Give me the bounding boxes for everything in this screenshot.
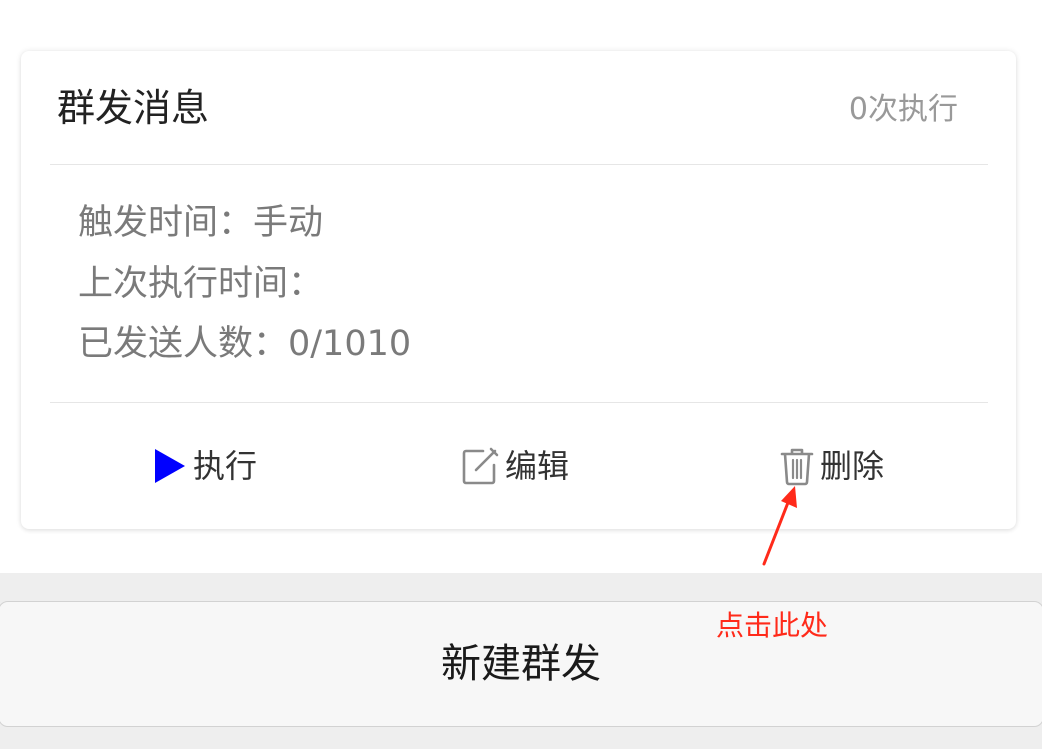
- delete-label: 删除: [820, 447, 885, 485]
- exec-count: 0次执行: [848, 92, 958, 127]
- play-icon: [153, 447, 187, 485]
- execute-button[interactable]: 执行: [153, 443, 257, 489]
- edit-label: 编辑: [505, 447, 570, 485]
- edit-icon: [461, 446, 499, 486]
- card-title: 群发消息: [57, 86, 210, 130]
- edit-button[interactable]: 编辑: [461, 443, 569, 489]
- trash-icon: [780, 446, 814, 486]
- last-exec-time: 上次执行时间：: [78, 264, 324, 304]
- page: 群发消息 0次执行 触发时间：手动 上次执行时间： 已发送人数：0/1010 执…: [0, 0, 1042, 749]
- sent-count: 已发送人数：0/1010: [78, 324, 412, 364]
- delete-button[interactable]: 删除: [780, 443, 884, 489]
- annotation-arrow: [762, 486, 797, 566]
- card-footer-divider: [50, 402, 988, 403]
- new-broadcast-label: 新建群发: [441, 641, 601, 687]
- execute-label: 执行: [193, 447, 258, 485]
- trigger-time: 触发时间：手动: [78, 203, 324, 243]
- card-header-divider: [50, 164, 988, 165]
- annotation-label: 点击此处: [716, 609, 829, 642]
